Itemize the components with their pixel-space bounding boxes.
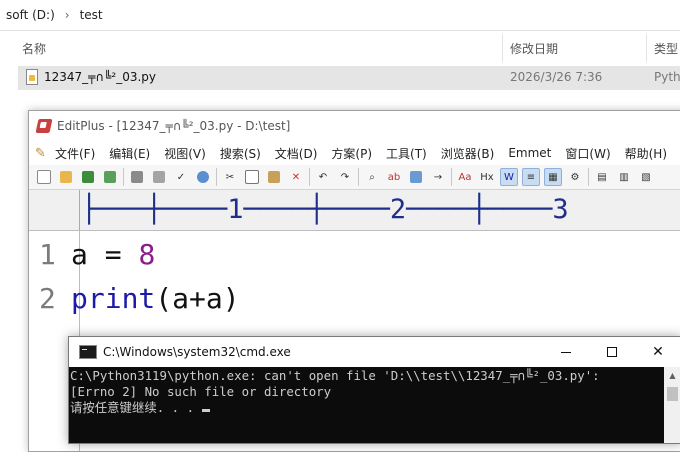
copy-icon[interactable] [243,168,261,186]
line-number: 1 [39,238,56,271]
column-divider[interactable] [646,34,647,62]
settings-icon[interactable]: ⚙ [566,168,584,186]
menu-help[interactable]: 帮助(H) [625,145,667,162]
panel-icon[interactable]: ▤ [593,168,611,186]
undo-icon[interactable]: ↶ [314,168,332,186]
line-number-icon[interactable]: ≡ [522,168,540,186]
html-toolbar-icon[interactable]: ▧ [637,168,655,186]
file-row[interactable]: 12347_╤∩╚²_03.py 2026/3/26 7:36 Pytho [18,66,680,90]
column-divider[interactable] [502,34,503,62]
menu-view[interactable]: 视图(V) [164,145,206,162]
console-line: [Errno 2] No such file or directory [70,384,332,399]
expression: (a+a) [155,282,240,315]
toolbar-separator [358,168,359,186]
cliptext-icon[interactable]: ▥ [615,168,633,186]
pencil-icon: ✎ [35,145,46,161]
file-modified: 2026/3/26 7:36 [510,70,603,84]
menu-project[interactable]: 方案(P) [331,145,372,162]
close-button[interactable]: ✕ [635,337,680,367]
console-line: 请按任意键继续. . . [70,400,202,415]
code-line[interactable]: 1a = 8 [39,235,155,275]
keyword: print [71,282,156,315]
number-literal: 8 [138,238,156,271]
file-name: 12347_╤∩╚²_03.py [44,70,157,84]
paste-icon[interactable] [265,168,283,186]
column-modified-header[interactable]: 修改日期 [510,40,558,57]
toolbar-separator [588,168,589,186]
toolbar-separator [123,168,124,186]
toolbar-separator [216,168,217,186]
menu-document[interactable]: 文档(D) [275,145,318,162]
python-file-icon [26,69,38,85]
column-header-row: 名称 修改日期 类型 [18,34,680,62]
ruler-marks: ├───┼────1────┼────2────┼────3 [81,194,569,225]
cmd-titlebar[interactable]: C:\Windows\system32\cmd.exe ✕ [69,337,680,367]
console-icon [79,345,97,359]
open-folder-icon[interactable] [57,168,75,186]
text-cursor [201,409,210,412]
toolbar: ✓ ✂ ✕ ↶ ↷ ⌕ ab → Aa Hx W ≡ ▦ ⚙ ▤ ▥ ▧ [29,165,680,190]
operator: = [87,238,139,271]
breadcrumb-folder[interactable]: test [80,8,103,22]
goto-icon[interactable]: → [429,168,447,186]
chevron-right-icon: › [64,8,70,22]
cmd-window: C:\Windows\system32\cmd.exe ✕ C:\Python3… [68,336,680,444]
print-preview-icon[interactable] [150,168,168,186]
hex-icon[interactable]: Hx [478,168,496,186]
line-number: 2 [39,282,56,315]
scroll-up-icon[interactable]: ▲ [664,367,680,384]
column-ruler: ├───┼────1────┼────2────┼────3 [29,190,680,231]
toolbar-separator [451,168,452,186]
vertical-scrollbar[interactable]: ▲ [664,367,680,443]
close-icon: ✕ [652,344,664,360]
scroll-thumb[interactable] [667,387,678,401]
editplus-logo-icon [35,119,53,133]
menu-browser[interactable]: 浏览器(B) [441,145,495,162]
identifier: a [71,238,88,271]
minimize-icon [561,351,571,353]
print-icon[interactable] [128,168,146,186]
maximize-button[interactable] [589,337,635,367]
redo-icon[interactable]: ↷ [336,168,354,186]
console-text: C:\Python3119\python.exe: can't open fil… [70,368,600,416]
code-line[interactable]: 2 print(a+a) [39,279,240,319]
column-icon[interactable]: ▦ [544,168,562,186]
breadcrumb-drive[interactable]: soft (D:) [6,8,55,22]
console-line: C:\Python3119\python.exe: can't open fil… [70,368,600,383]
menu-tools[interactable]: 工具(T) [386,145,427,162]
cut-icon[interactable]: ✂ [221,168,239,186]
menu-window[interactable]: 窗口(W) [565,145,610,162]
editplus-titlebar[interactable]: EditPlus - [12347_╤∩╚²_03.py - D:\test] [29,111,680,141]
minimize-button[interactable] [543,337,589,367]
cmd-title: C:\Windows\system32\cmd.exe [103,345,291,359]
find-in-files-icon[interactable] [407,168,425,186]
delete-icon[interactable]: ✕ [287,168,305,186]
font-icon[interactable]: Aa [456,168,474,186]
menu-edit[interactable]: 编辑(E) [109,145,150,162]
menu-file[interactable]: 文件(F) [55,145,95,162]
column-name-header[interactable]: 名称 [22,40,46,57]
console-output[interactable]: C:\Python3119\python.exe: can't open fil… [69,367,680,443]
find-icon[interactable]: ⌕ [363,168,381,186]
menu-bar: ✎ 文件(F) 编辑(E) 视图(V) 搜索(S) 文档(D) 方案(P) 工具… [29,141,680,165]
menu-search[interactable]: 搜索(S) [220,145,261,162]
toolbar-separator [309,168,310,186]
replace-icon[interactable]: ab [385,168,403,186]
menu-emmet[interactable]: Emmet [508,146,551,160]
save-icon[interactable] [79,168,97,186]
editplus-title: EditPlus - [12347_╤∩╚²_03.py - D:\test] [57,119,291,133]
new-file-icon[interactable] [35,168,53,186]
browser-preview-icon[interactable] [194,168,212,186]
maximize-icon [607,347,617,357]
spell-check-icon[interactable]: ✓ [172,168,190,186]
word-wrap-icon[interactable]: W [500,168,518,186]
save-all-icon[interactable] [101,168,119,186]
column-type-header[interactable]: 类型 [654,40,678,57]
file-type: Pytho [654,70,680,84]
window-controls: ✕ [543,337,680,367]
breadcrumb: soft (D:) › test [0,0,680,31]
